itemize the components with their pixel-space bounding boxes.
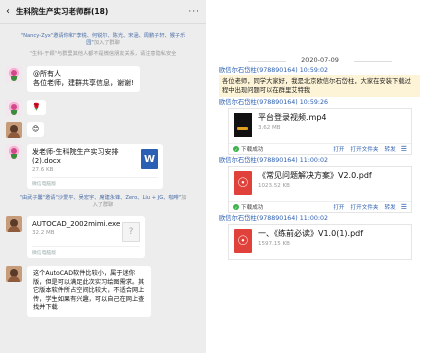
message-bubble[interactable]: @所有人 各位老师，建群共享信息，谢谢! — [27, 66, 140, 92]
video-thumbnail-icon — [234, 113, 252, 137]
sender-line[interactable]: 欧信尔石岱柱(978890164) 10:59:26 — [216, 98, 424, 107]
menu-icon[interactable]: ☰ — [401, 203, 407, 211]
system-message-highlight: "由武子馨"邀请"沙爱平、吴宏宇、席建永锋、Zero、Liu + JG、咖啡" — [19, 195, 182, 201]
file-source: 微信电脑版 — [32, 177, 158, 187]
file-source: 微信电脑版 — [32, 246, 140, 256]
message-row: 🌹 — [0, 100, 206, 116]
system-message-privacy: "生科-于颖"与群里其他人都不是微信朋友关系，请注意隐私安全 — [29, 51, 177, 57]
system-message-tail: 加入了群聊 — [93, 40, 120, 46]
system-message-invite: "Nancy-Zyx"邀请你和"李锐、何锐尔、陈光、宋涵、周鹏子轩、猴子乐园"加… — [0, 33, 206, 47]
message-row: 😊 — [0, 122, 206, 138]
file-name: AUTOCAD_2002mimi.exe — [32, 220, 121, 228]
message-text: 各位老师，建群共享信息，谢谢! — [33, 79, 134, 87]
message-row: AUTOCAD_2002mimi.exe 32.2 MB ? 微信电脑版 — [0, 216, 206, 258]
mention-all: @所有人 — [33, 70, 61, 78]
check-circle-icon: ✓ — [233, 146, 239, 152]
download-status: ✓ 下载成功 — [233, 145, 327, 153]
file-card-docx[interactable]: 发老师-生科院生产实习安排(2).docx 27.6 KB W 微信电脑版 — [27, 144, 163, 189]
forward-button[interactable]: 转发 — [385, 203, 396, 211]
open-folder-button[interactable]: 打开文件夹 — [351, 203, 379, 211]
message-bubble[interactable]: 这个AutoCAD软件比较小，属于迷你版，但是可以满足此次实习绘图需求。其它版本… — [27, 266, 151, 317]
download-status: ✓ 下载成功 — [233, 203, 327, 211]
mobile-chat-window: ‹ 生科院生产实习老师群(18) ··· "Nancy-Zyx"邀请你和"李锐、… — [0, 0, 206, 353]
file-name: 发老师-生科院生产实习安排(2).docx — [32, 148, 119, 165]
file-card-mp4[interactable]: 平台登录视频.mp4 3.62 MB ✓ 下载成功 打开 打开文件夹 转发 ☰ — [228, 108, 412, 155]
message-row: 发老师-生科院生产实习安排(2).docx 27.6 KB W 微信电脑版 — [0, 144, 206, 189]
download-status-label: 下载成功 — [241, 147, 264, 153]
menu-icon[interactable]: ☰ — [401, 145, 407, 153]
rose-emoji-message[interactable]: 🌹 — [27, 100, 46, 115]
sender-line[interactable]: 欧信尔石岱柱(978890164) 11:00:02 — [216, 214, 424, 223]
message-row: @所有人 各位老师，建群共享信息，谢谢! — [0, 66, 206, 92]
message-row: 这个AutoCAD软件比较小，属于迷你版，但是可以满足此次实习绘图需求。其它版本… — [0, 266, 206, 317]
file-size: 3.62 MB — [258, 125, 281, 131]
file-size: 27.6 KB — [32, 167, 54, 173]
announcement-message[interactable]: 各位老师，同学大家好，我是北京欧信尔石岱柱，大家在安装下载过程中出现问题可以在群… — [219, 75, 420, 97]
check-circle-icon: ✓ — [233, 204, 239, 210]
system-message-invite: "由武子馨"邀请"沙爱平、吴宏宇、席建永锋、Zero、Liu + JG、咖啡"加… — [0, 195, 206, 209]
avatar[interactable] — [6, 122, 22, 138]
file-card-pdf[interactable]: ☉ 《常见问题解决方案》V2.0.pdf 1023.52 KB ✓ 下载成功 打开… — [228, 166, 412, 213]
date-separator: 2020-07-09 — [216, 56, 424, 66]
download-status-label: 下载成功 — [241, 205, 264, 211]
smile-emoji-message[interactable]: 😊 — [27, 122, 45, 137]
avatar[interactable] — [6, 66, 22, 82]
chat-header: ‹ 生科院生产实习老师群(18) ··· — [0, 0, 206, 24]
unknown-file-icon: ? — [122, 222, 140, 242]
word-document-icon: W — [141, 149, 158, 169]
open-button[interactable]: 打开 — [333, 145, 344, 153]
pdf-icon: ☉ — [234, 229, 252, 253]
file-actions: ✓ 下载成功 打开 打开文件夹 转发 ☰ — [229, 143, 411, 154]
file-size: 1597.15 KB — [258, 241, 290, 247]
file-name: 《常见问题解决方案》V2.0.pdf — [258, 171, 372, 180]
file-size: 32.2 MB — [32, 230, 55, 236]
desktop-chat-window: 2020-07-09 欧信尔石岱柱(978890164) 10:59:02 各位… — [216, 56, 424, 353]
chat-title: 生科院生产实习老师群(18) — [16, 7, 109, 16]
open-button[interactable]: 打开 — [333, 203, 344, 211]
file-name: 一、《练前必读》V1.0(1).pdf — [258, 229, 364, 238]
file-actions: ✓ 下载成功 打开 打开文件夹 转发 ☰ — [229, 201, 411, 212]
avatar[interactable] — [6, 266, 22, 282]
open-folder-button[interactable]: 打开文件夹 — [351, 145, 379, 153]
avatar[interactable] — [6, 216, 22, 232]
file-size: 1023.52 KB — [258, 183, 290, 189]
file-name: 平台登录视频.mp4 — [258, 113, 327, 122]
sender-line[interactable]: 欧信尔石岱柱(978890164) 11:00:02 — [216, 156, 424, 165]
pdf-icon: ☉ — [234, 171, 252, 195]
forward-button[interactable]: 转发 — [385, 145, 396, 153]
sender-line[interactable]: 欧信尔石岱柱(978890164) 10:59:02 — [216, 66, 424, 75]
more-icon[interactable]: ··· — [188, 7, 200, 17]
back-arrow-icon[interactable]: ‹ — [6, 6, 16, 17]
avatar[interactable] — [6, 100, 22, 116]
file-card-pdf[interactable]: ☉ 一、《练前必读》V1.0(1).pdf 1597.15 KB — [228, 224, 412, 260]
file-card-exe[interactable]: AUTOCAD_2002mimi.exe 32.2 MB ? 微信电脑版 — [27, 216, 145, 258]
avatar[interactable] — [6, 144, 22, 160]
